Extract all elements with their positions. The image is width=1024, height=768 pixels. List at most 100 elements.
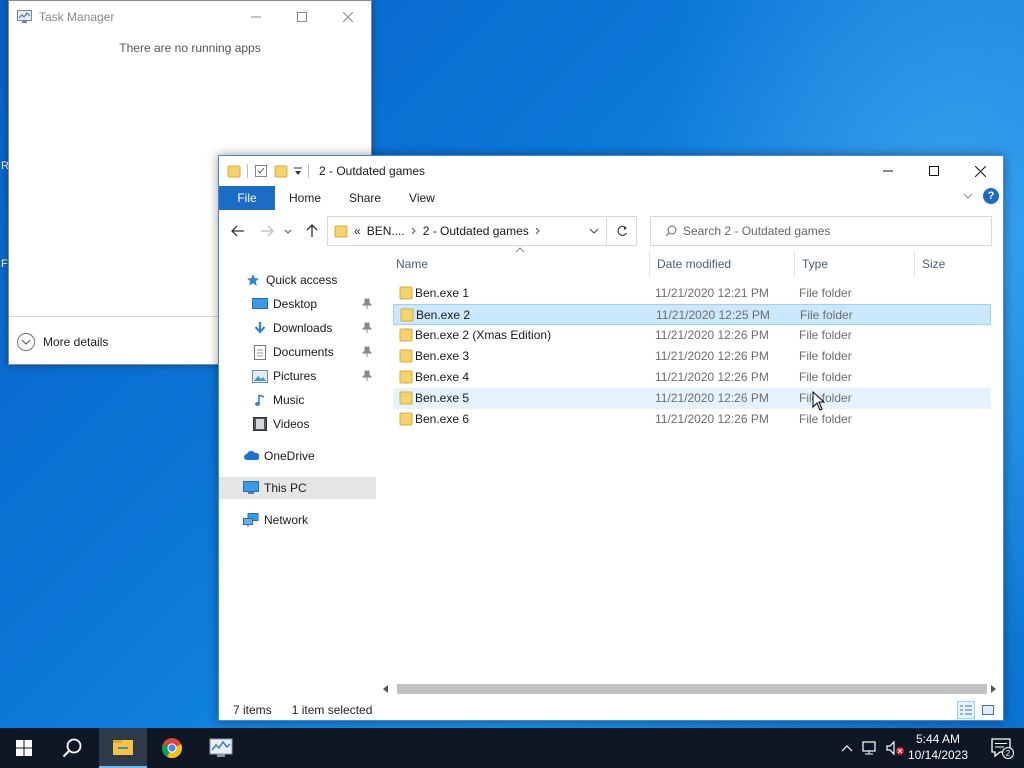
nav-desktop[interactable]: Desktop: [219, 293, 376, 315]
pin-icon[interactable]: [362, 370, 372, 382]
navigation-pane: Quick access Desktop Downloads Documents: [219, 268, 376, 688]
file-date-modified: 11/21/2020 12:26 PM: [655, 391, 769, 405]
table-row[interactable]: Ben.exe 2 (Xmas Edition) 11/21/2020 12:26…: [393, 325, 991, 346]
recent-locations-button[interactable]: [281, 221, 295, 241]
nav-this-pc-label: This PC: [264, 481, 307, 495]
nav-this-pc[interactable]: This PC: [219, 477, 376, 499]
chevron-down-icon: [589, 228, 599, 234]
task-manager-icon: [209, 738, 233, 757]
file-explorer-window[interactable]: 2 - Outdated games File Home Share View …: [218, 155, 1004, 721]
taskbar-chrome[interactable]: [148, 728, 196, 768]
tab-home[interactable]: Home: [275, 186, 335, 210]
pin-icon[interactable]: [362, 298, 372, 310]
large-icons-view-button[interactable]: [979, 701, 997, 719]
search-box[interactable]: [650, 216, 992, 246]
expand-ribbon-icon[interactable]: [963, 193, 973, 199]
nav-onedrive[interactable]: OneDrive: [219, 445, 376, 467]
details-view-button[interactable]: [957, 701, 975, 719]
new-folder-icon[interactable]: [274, 164, 288, 178]
breadcrumb-item[interactable]: BEN....: [367, 224, 405, 238]
start-button[interactable]: [0, 728, 48, 768]
column-header-name[interactable]: Name: [389, 251, 650, 277]
selection-count: 1 item selected: [291, 703, 373, 717]
back-button[interactable]: [227, 221, 249, 241]
horizontal-scrollbar[interactable]: [381, 683, 1001, 695]
column-header-size[interactable]: Size: [915, 251, 995, 277]
customize-toolbar-icon[interactable]: [294, 166, 302, 176]
scroll-left-icon[interactable]: [383, 685, 389, 693]
network-tray-button[interactable]: [860, 728, 882, 768]
maximize-icon: [297, 12, 307, 22]
pin-icon[interactable]: [362, 346, 372, 358]
nav-network[interactable]: Network: [219, 509, 376, 531]
file-date-modified: 11/21/2020 12:21 PM: [655, 286, 769, 300]
taskbar-file-explorer[interactable]: [99, 728, 147, 768]
table-row[interactable]: Ben.exe 2 11/21/2020 12:25 PM File folder: [393, 304, 991, 325]
item-count: 7 items: [233, 703, 272, 717]
search-input[interactable]: [683, 218, 991, 244]
taskbar-task-manager[interactable]: [197, 728, 245, 768]
file-name: Ben.exe 1: [415, 286, 470, 300]
nav-music[interactable]: Music: [219, 389, 376, 411]
close-button[interactable]: [325, 1, 371, 33]
chevron-down-icon: [17, 332, 35, 351]
maximize-button[interactable]: [911, 156, 957, 186]
folder-icon: [399, 391, 413, 405]
close-button[interactable]: [957, 156, 1003, 186]
details-view-icon: [960, 705, 972, 715]
taskbar-clock[interactable]: 5:44 AM 10/14/2023: [900, 731, 976, 763]
file-date-modified: 11/21/2020 12:26 PM: [655, 349, 769, 363]
taskbar-search-button[interactable]: [48, 728, 96, 768]
pin-icon[interactable]: [362, 322, 372, 334]
minimize-button[interactable]: [233, 1, 279, 33]
desktop-icon-edge[interactable]: F: [1, 258, 8, 270]
address-bar[interactable]: « BEN.... 2 - Outdated games: [327, 216, 607, 246]
table-row[interactable]: Ben.exe 5 11/21/2020 12:26 PM File folder: [393, 388, 991, 409]
nav-downloads-label: Downloads: [273, 321, 333, 335]
action-center-button[interactable]: 2: [980, 728, 1024, 768]
minimize-icon: [883, 170, 893, 172]
properties-icon[interactable]: [254, 164, 268, 178]
start-icon: [16, 740, 32, 756]
nav-pictures[interactable]: Pictures: [219, 365, 376, 387]
table-row[interactable]: Ben.exe 3 11/21/2020 12:26 PM File folder: [393, 346, 991, 367]
show-hidden-icons-button[interactable]: [838, 728, 856, 768]
task-manager-titlebar[interactable]: Task Manager: [9, 1, 371, 33]
help-icon[interactable]: ?: [983, 188, 999, 204]
folder-icon: [334, 225, 348, 238]
folder-icon: [399, 412, 413, 426]
nav-downloads[interactable]: Downloads: [219, 317, 376, 339]
chevron-right-icon[interactable]: [535, 227, 541, 235]
breadcrumb-item[interactable]: 2 - Outdated games: [423, 224, 529, 238]
forward-button[interactable]: [256, 221, 278, 241]
up-button[interactable]: [301, 221, 323, 241]
nav-documents[interactable]: Documents: [219, 341, 376, 363]
table-row[interactable]: Ben.exe 6 11/21/2020 12:26 PM File folder: [393, 409, 991, 430]
address-dropdown-button[interactable]: [582, 217, 606, 245]
folder-icon: [399, 286, 413, 300]
documents-icon: [252, 344, 268, 360]
tab-share[interactable]: Share: [335, 186, 395, 210]
tab-view[interactable]: View: [395, 186, 449, 210]
explorer-titlebar[interactable]: 2 - Outdated games: [219, 156, 1003, 186]
table-row[interactable]: Ben.exe 4 11/21/2020 12:26 PM File folder: [393, 367, 991, 388]
column-header-type[interactable]: Type: [795, 251, 915, 277]
nav-videos[interactable]: Videos: [219, 413, 376, 435]
chevron-right-icon[interactable]: [411, 227, 417, 235]
minimize-button[interactable]: [865, 156, 911, 186]
nav-quick-access[interactable]: Quick access: [219, 269, 376, 291]
refresh-button[interactable]: [607, 216, 637, 246]
table-row[interactable]: Ben.exe 1 11/21/2020 12:21 PM File folder: [393, 283, 991, 304]
tab-file[interactable]: File: [219, 186, 275, 210]
nav-videos-label: Videos: [273, 417, 310, 431]
maximize-button[interactable]: [279, 1, 325, 33]
quick-access-toolbar: [227, 164, 309, 178]
folder-icon: [400, 308, 414, 322]
breadcrumb-overflow[interactable]: «: [354, 224, 361, 238]
column-header-date-modified[interactable]: Date modified: [650, 251, 795, 277]
scrollbar-thumb[interactable]: [397, 684, 987, 694]
scroll-right-icon[interactable]: [991, 685, 997, 693]
minimize-icon: [251, 16, 261, 18]
large-icons-view-icon: [982, 705, 994, 715]
folder-icon[interactable]: [227, 164, 241, 178]
